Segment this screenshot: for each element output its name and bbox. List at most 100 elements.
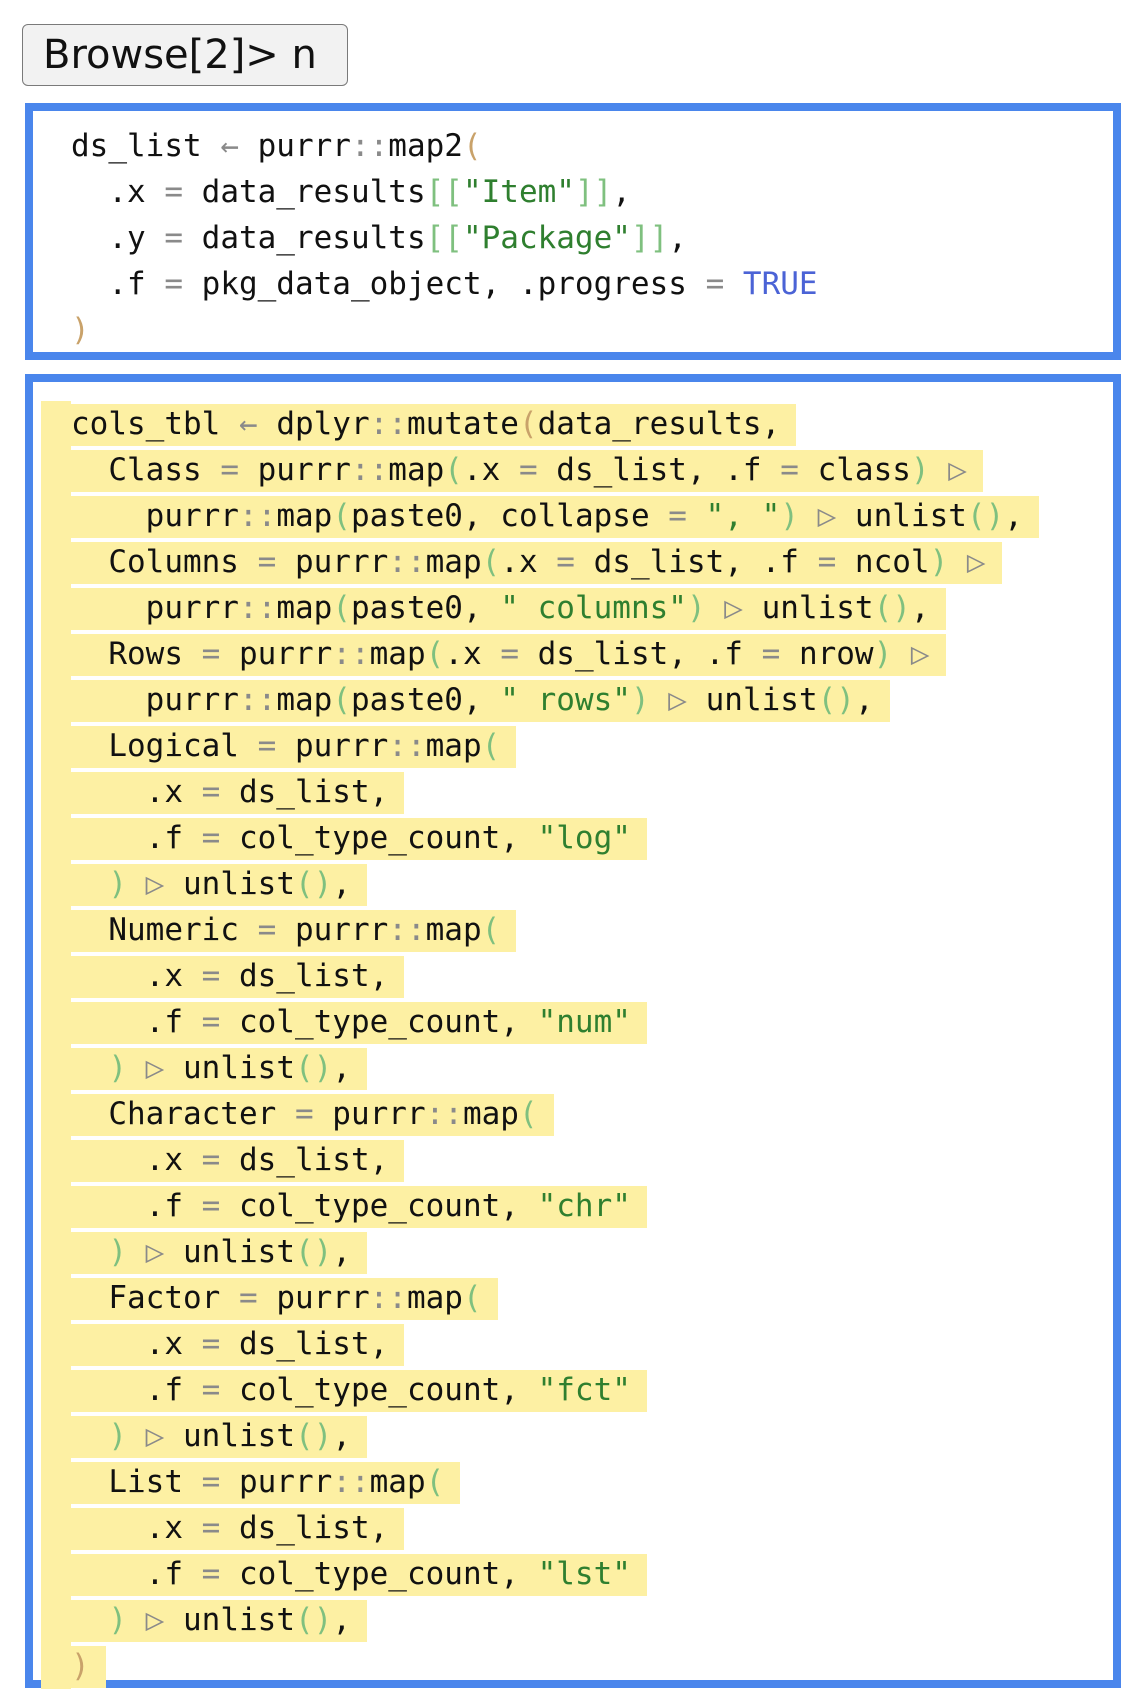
code-token: unlist: [183, 1234, 295, 1270]
code-token: ds_list: [71, 128, 221, 164]
code-token: ::: [238, 498, 277, 534]
code-token: ]]: [574, 174, 613, 210]
code-token: ,: [332, 1602, 351, 1638]
code-line-text: cols_tbl ← dplyr::mutate(data_results,: [71, 404, 797, 446]
code-token: paste0,: [350, 682, 501, 718]
code-token: purrr: [294, 728, 389, 764]
code-token: (): [966, 498, 1005, 534]
code-token: =: [201, 1326, 239, 1362]
code-line-text: .f = col_type_count, "fct": [71, 1370, 647, 1412]
code-token: purrr: [71, 590, 239, 626]
code-token: ::: [238, 590, 277, 626]
code-line-text: .x = ds_list,: [71, 1508, 405, 1550]
code-token: ): [71, 1418, 127, 1454]
code-token: ▷: [929, 452, 967, 488]
code-token: =: [556, 544, 594, 580]
code-token: ::: [425, 1096, 463, 1132]
code-token: map: [388, 452, 445, 488]
code-token: =: [201, 636, 239, 672]
code-token: ,: [332, 866, 351, 902]
code-line: .y = data_results[["Package"]],: [33, 215, 1113, 261]
code-token: =: [201, 1556, 239, 1592]
code-token: ,: [668, 220, 687, 256]
code-line: .f = col_type_count, "lst": [33, 1551, 1113, 1597]
code-line: ): [33, 1643, 1113, 1689]
code-token: ds_list, .f: [593, 544, 818, 580]
code-token: .x: [500, 544, 557, 580]
code-line: List = purrr::map(: [33, 1459, 1113, 1505]
code-token: Logical: [71, 728, 258, 764]
code-token: ::: [238, 682, 277, 718]
code-token: unlist: [705, 682, 818, 718]
code-token: ): [910, 452, 930, 488]
code-token: =: [201, 1372, 239, 1408]
code-token: (): [817, 682, 855, 718]
browse-prompt: Browse[2]> n: [22, 24, 348, 86]
code-token: ▷: [892, 636, 930, 672]
code-token: =: [201, 1004, 239, 1040]
code-token: (: [481, 544, 501, 580]
code-line-text: ds_list ← purrr::map2(: [71, 128, 498, 164]
code-token: purrr: [294, 544, 389, 580]
code-line-text: .y = data_results[["Package"]],: [71, 220, 703, 256]
code-line-text: .f = col_type_count, "chr": [71, 1186, 647, 1228]
code-token: (: [462, 128, 482, 164]
code-line-text: purrr::map(paste0, collapse = ", ") ▷ un…: [71, 496, 1039, 538]
code-token: ▷: [127, 1050, 183, 1086]
code-token: ,: [910, 590, 930, 626]
code-token: purrr: [257, 128, 351, 164]
code-line-text: .x = ds_list,: [71, 956, 405, 998]
code-token: unlist: [183, 1050, 295, 1086]
code-token: cols_tbl: [71, 406, 239, 442]
code-token: col_type_count,: [238, 1556, 538, 1592]
code-token: unlist: [854, 498, 967, 534]
code-token: Factor: [71, 1280, 239, 1316]
code-token: .f: [71, 1372, 202, 1408]
code-token: [[: [425, 220, 463, 256]
code-lines: ds_list ← purrr::map2( .x = data_results…: [33, 123, 1113, 353]
code-token: [[: [425, 174, 463, 210]
code-token: .x: [444, 636, 501, 672]
code-line: .f = col_type_count, "chr": [33, 1183, 1113, 1229]
code-token: ▷: [127, 1602, 183, 1638]
code-token: paste0, collapse: [350, 498, 669, 534]
code-token: ▷: [798, 498, 855, 534]
code-token: .f: [71, 1004, 202, 1040]
code-token: =: [201, 774, 239, 810]
code-token: ds_list, .f: [556, 452, 781, 488]
code-token: ,: [612, 174, 631, 210]
code-token: ,: [854, 682, 874, 718]
code-line-text: Numeric = purrr::map(: [71, 910, 517, 952]
code-token: purrr: [332, 1096, 426, 1132]
code-token: data_results: [201, 174, 426, 210]
code-token: map2: [388, 128, 463, 164]
code-token: =: [201, 1464, 239, 1500]
code-token: ,: [1004, 498, 1023, 534]
code-token: ▷: [127, 866, 183, 902]
code-line-text: ) ▷ unlist(),: [71, 1232, 367, 1274]
code-token: data_results,: [537, 406, 781, 442]
code-token: .f: [71, 820, 202, 856]
code-line: .f = pkg_data_object, .progress = TRUE: [33, 261, 1113, 307]
code-token: =: [500, 636, 538, 672]
code-token: purrr: [238, 1464, 333, 1500]
code-token: ::: [369, 1280, 407, 1316]
code-token: col_type_count,: [238, 1188, 538, 1224]
code-line-text: .x = ds_list,: [71, 1324, 405, 1366]
code-line: Logical = purrr::map(: [33, 723, 1113, 769]
code-token: map: [369, 1464, 426, 1500]
code-token: .f: [71, 266, 165, 302]
code-token: ): [780, 498, 799, 534]
code-panel-ds-list: ds_list ← purrr::map2( .x = data_results…: [25, 103, 1121, 360]
code-token: (: [481, 728, 501, 764]
code-token: ,: [332, 1050, 351, 1086]
code-token: ::: [388, 544, 426, 580]
code-token: =: [518, 452, 557, 488]
code-token: purrr: [238, 636, 333, 672]
code-token: =: [668, 498, 706, 534]
code-line: .f = col_type_count, "num": [33, 999, 1113, 1045]
code-token: ): [71, 312, 90, 348]
code-token: =: [164, 266, 202, 302]
code-token: dplyr: [276, 406, 370, 442]
code-line-text: ): [71, 312, 106, 348]
